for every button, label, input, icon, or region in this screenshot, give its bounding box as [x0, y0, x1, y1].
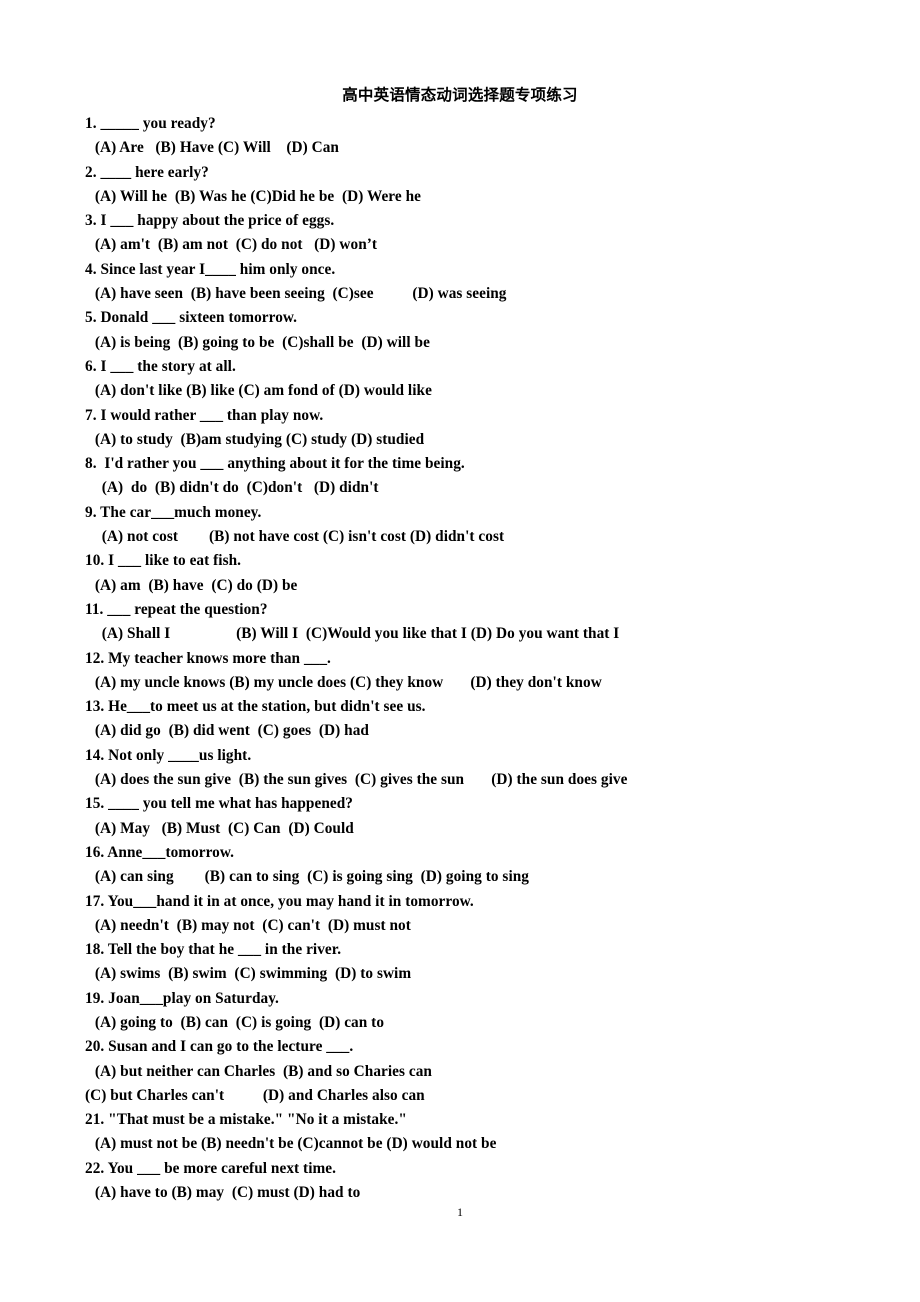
question-line: 12. My teacher knows more than ___. — [85, 649, 331, 667]
question-line: 11. ___ repeat the question? — [85, 600, 268, 618]
question-line: 20. Susan and I can go to the lecture __… — [85, 1038, 354, 1056]
options-line: (A) going to (B) can (C) is going (D) ca… — [91, 1013, 385, 1031]
question-line: 7. I would rather ___ than play now. — [85, 406, 324, 424]
options-line: (A) my uncle knows (B) my uncle does (C)… — [91, 673, 602, 691]
options-line: (A) not cost (B) not have cost (C) isn't… — [94, 528, 505, 546]
page-title: 高中英语情态动词选择题专项练习 — [342, 87, 578, 104]
options-line: (A) Are (B) Have (C) Will (D) Can — [91, 139, 339, 157]
question-line: 3. I ___ happy about the price of eggs. — [85, 212, 335, 230]
options-line: (A) can sing (B) can to sing (C) is goin… — [91, 868, 529, 886]
options-line: (A) have to (B) may (C) must (D) had to — [91, 1184, 361, 1202]
options-line: (A) needn't (B) may not (C) can't (D) mu… — [91, 916, 411, 934]
question-line: 4. Since last year I____ him only once. — [85, 260, 336, 278]
options-line: (A) did go (B) did went (C) goes (D) had — [91, 722, 369, 740]
question-line: 2. ____ here early? — [85, 163, 209, 181]
options-line: (A) am't (B) am not (C) do not (D) won’t — [91, 236, 378, 254]
question-line: 17. You___hand it in at once, you may ha… — [85, 892, 474, 910]
options-line: (C) but Charles can't (D) and Charles al… — [85, 1086, 425, 1104]
question-line: 9. The car___much money. — [85, 503, 262, 521]
options-line: (A) May (B) Must (C) Can (D) Could — [91, 819, 354, 837]
question-line: 21. "That must be a mistake." "No it a m… — [85, 1111, 407, 1129]
question-line: 14. Not only ____us light. — [85, 746, 252, 764]
options-line: (A) have seen (B) have been seeing (C)se… — [91, 285, 507, 303]
question-line: 1. _____ you ready? — [85, 115, 216, 132]
question-line: 13. He___to meet us at the station, but … — [85, 698, 426, 716]
question-line: 22. You ___ be more careful next time. — [85, 1159, 336, 1177]
options-line: (A) don't like (B) like (C) am fond of (… — [91, 382, 432, 400]
question-line: 15. ____ you tell me what has happened? — [85, 795, 353, 813]
question-line: 19. Joan___play on Saturday. — [85, 989, 279, 1007]
options-line: (A) Shall I (B) Will I (C)Would you like… — [94, 625, 620, 643]
question-list: 1. _____ you ready? (A) Are (B) Have (C)… — [85, 112, 885, 1205]
options-line: (A) swims (B) swim (C) swimming (D) to s… — [91, 965, 412, 983]
options-line: (A) am (B) have (C) do (D) be — [91, 576, 298, 594]
question-line: 6. I ___ the story at all. — [85, 357, 236, 375]
options-line: (A) do (B) didn't do (C)don't (D) didn't — [94, 479, 379, 497]
options-line: (A) does the sun give (B) the sun gives … — [91, 771, 628, 789]
document-page: 高中英语情态动词选择题专项练习 1. _____ you ready? (A) … — [0, 0, 920, 1302]
question-line: 8. I'd rather you ___ anything about it … — [85, 455, 465, 473]
question-line: 5. Donald ___ sixteen tomorrow. — [85, 309, 298, 327]
question-line: 16. Anne___tomorrow. — [85, 843, 235, 861]
options-line: (A) must not be (B) needn't be (C)cannot… — [91, 1135, 497, 1153]
options-line: (A) Will he (B) Was he (C)Did he be (D) … — [91, 187, 421, 205]
page-number: 1 — [457, 1205, 463, 1219]
options-line: (A) but neither can Charles (B) and so C… — [91, 1062, 432, 1080]
question-line: 10. I ___ like to eat fish. — [85, 552, 242, 570]
options-line: (A) to study (B)am studying (C) study (D… — [91, 430, 425, 448]
options-line: (A) is being (B) going to be (C)shall be… — [91, 333, 430, 351]
question-line: 18. Tell the boy that he ___ in the rive… — [85, 941, 342, 959]
